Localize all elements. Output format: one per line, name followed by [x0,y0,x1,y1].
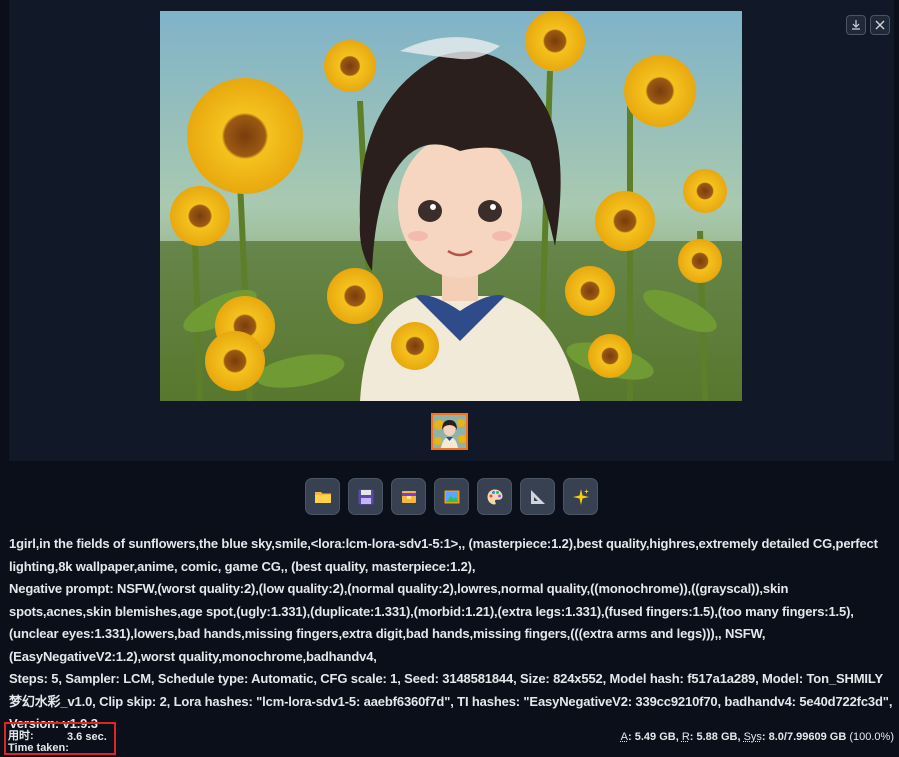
image-action-toolbar [305,478,598,516]
generation-parameters-text: Steps: 5, Sampler: LCM, Schedule type: A… [9,671,893,731]
mem-reserved-value: : 5.88 GB, [689,731,744,743]
close-button[interactable] [870,15,890,35]
image-gallery [9,0,894,461]
close-icon [875,20,885,30]
thumbnail-image [433,415,466,448]
mem-system-value: : 8.0/7.99609 GB [761,731,850,743]
open-folder-button[interactable] [305,478,340,515]
send-to-extras-button[interactable] [520,478,555,515]
download-button[interactable] [846,15,866,35]
mem-reserved-key: R [681,731,690,743]
triangle-ruler-icon [530,489,545,504]
sunflower-girl-image [160,11,742,401]
time-taken-label-en: Time taken: [8,742,69,754]
folder-icon [314,491,331,503]
generated-image-preview[interactable] [160,11,742,401]
floppy-disk-icon [358,489,373,504]
memory-usage: A: 5.49 GB, R: 5.88 GB, Sys: 8.0/7.99609… [621,731,894,743]
send-to-inpaint-button[interactable] [477,478,512,515]
sparkles-icon [572,488,589,505]
palette-icon [487,489,502,504]
generation-info: 1girl,in the fields of sunflowers,the bl… [9,533,893,736]
gallery-thumbnail[interactable] [431,413,468,450]
archive-icon [401,490,416,503]
save-button[interactable] [348,478,383,515]
download-icon [852,20,860,30]
prompt-text: 1girl,in the fields of sunflowers,the bl… [9,536,878,574]
mem-active-key: A [620,731,629,743]
picture-icon [444,490,459,503]
negative-prompt-text: Negative prompt: NSFW,(worst quality:2),… [9,581,854,664]
mem-percent: (100.0%) [849,731,894,743]
result-panel: 1girl,in the fields of sunflowers,the bl… [0,0,899,757]
mem-active-value: : 5.49 GB, [628,731,682,743]
mem-system-key: Sys [743,731,762,743]
time-taken-label: 用时: [8,730,34,742]
send-to-img2img-button[interactable] [434,478,469,515]
zip-button[interactable] [391,478,426,515]
send-to-upscale-button[interactable] [563,478,598,515]
time-taken-value: 3.6 sec. [67,731,107,743]
